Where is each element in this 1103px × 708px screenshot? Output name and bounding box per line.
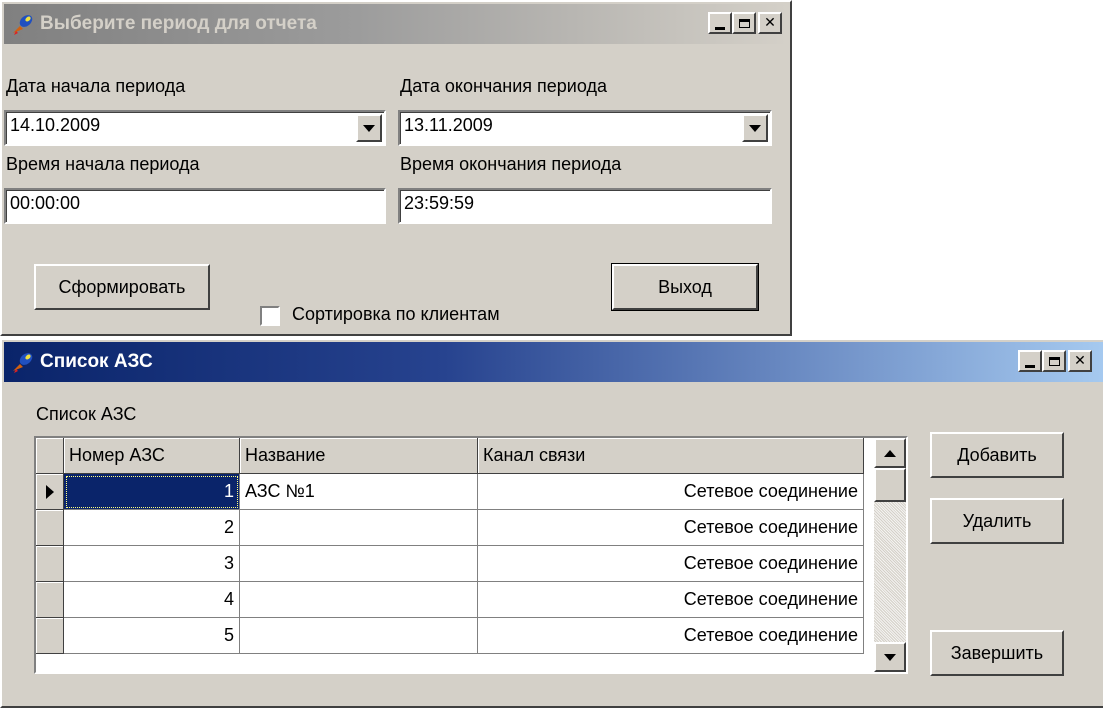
cell-channel[interactable]: Сетевое соединение [478, 582, 864, 618]
cell-name[interactable] [240, 618, 478, 654]
period-dialog: Выберите период для отчета ✕ Дата начала… [0, 0, 792, 336]
start-date-dropdown-button[interactable] [356, 114, 382, 142]
exit-button[interactable]: Выход [611, 263, 759, 311]
scroll-up-button[interactable] [874, 438, 906, 468]
column-header-channel[interactable]: Канал связи [478, 438, 864, 474]
cell-channel[interactable]: Сетевое соединение [478, 474, 864, 510]
maximize-icon[interactable] [732, 12, 756, 34]
start-date-label: Дата начала периода [6, 76, 186, 96]
cell-number[interactable]: 2 [64, 510, 240, 546]
end-date-combobox[interactable]: 13.11.2009 [398, 110, 772, 146]
cell-name[interactable] [240, 546, 478, 582]
cell-number[interactable]: 4 [64, 582, 240, 618]
delete-button[interactable]: Удалить [930, 498, 1064, 544]
table-row[interactable]: 3 Сетевое соединение [36, 546, 864, 582]
cell-name[interactable] [240, 510, 478, 546]
column-header-name[interactable]: Название [240, 438, 478, 474]
row-indicator[interactable] [36, 618, 64, 654]
row-indicator[interactable] [36, 510, 64, 546]
row-indicator[interactable] [36, 546, 64, 582]
table-row[interactable]: 4 Сетевое соединение [36, 582, 864, 618]
cell-number[interactable]: 1 [64, 474, 240, 510]
cell-number[interactable]: 5 [64, 618, 240, 654]
period-dialog-title: Выберите период для отчета [40, 13, 317, 34]
close-icon[interactable]: ✕ [1068, 350, 1092, 372]
scroll-thumb[interactable] [874, 468, 906, 502]
cell-channel[interactable]: Сетевое соединение [478, 618, 864, 654]
azs-window-title: Список АЗС [40, 351, 153, 372]
end-time-input[interactable]: 23:59:59 [398, 188, 772, 224]
maximize-icon[interactable] [1042, 350, 1066, 372]
cell-number[interactable]: 3 [64, 546, 240, 582]
end-date-dropdown-button[interactable] [742, 114, 768, 142]
end-date-label: Дата окончания периода [400, 76, 607, 96]
row-indicator[interactable] [36, 582, 64, 618]
start-date-value: 14.10.2009 [10, 115, 101, 135]
close-icon[interactable]: ✕ [758, 12, 782, 34]
start-time-label: Время начала периода [6, 154, 200, 174]
azs-list-window: Список АЗС ✕ Список АЗС Номер АЗС Назван… [0, 338, 1103, 708]
end-time-label: Время окончания периода [400, 154, 622, 174]
azs-grid[interactable]: Номер АЗС Название Канал связи 1 АЗС №1 … [34, 436, 908, 674]
cell-name[interactable] [240, 582, 478, 618]
current-row-arrow-icon [45, 484, 54, 499]
table-row[interactable]: 2 Сетевое соединение [36, 510, 864, 546]
azs-window-titlebar[interactable]: Список АЗС ✕ [4, 342, 1103, 382]
cell-channel[interactable]: Сетевое соединение [478, 510, 864, 546]
grid-header: Номер АЗС Название Канал связи [36, 438, 864, 474]
scroll-down-button[interactable] [874, 642, 906, 672]
chevron-down-icon [363, 124, 375, 132]
grid-vertical-scrollbar[interactable] [874, 438, 906, 672]
table-row[interactable]: 5 Сетевое соединение [36, 618, 864, 654]
azs-list-label: Список АЗС [36, 404, 137, 424]
arrow-down-icon [884, 653, 896, 661]
table-row[interactable]: 1 АЗС №1 Сетевое соединение [36, 474, 864, 510]
period-dialog-titlebar[interactable]: Выберите период для отчета ✕ [4, 4, 788, 44]
window-controls: ✕ [1018, 350, 1092, 372]
start-date-combobox[interactable]: 14.10.2009 [4, 110, 386, 146]
app-icon [13, 15, 33, 35]
sort-by-clients-checkbox[interactable] [260, 306, 280, 326]
start-time-input[interactable]: 00:00:00 [4, 188, 386, 224]
cell-name[interactable]: АЗС №1 [240, 474, 478, 510]
cell-channel[interactable]: Сетевое соединение [478, 546, 864, 582]
window-controls: ✕ [708, 12, 782, 34]
arrow-up-icon [884, 449, 896, 457]
add-button[interactable]: Добавить [930, 432, 1064, 478]
end-date-value: 13.11.2009 [404, 115, 493, 135]
grid-corner [36, 438, 64, 474]
app-icon [13, 353, 33, 373]
column-header-number[interactable]: Номер АЗС [64, 438, 240, 474]
row-indicator[interactable] [36, 474, 64, 510]
finish-button[interactable]: Завершить [930, 630, 1064, 676]
minimize-icon[interactable] [1018, 350, 1042, 372]
generate-button[interactable]: Сформировать [34, 264, 210, 310]
sort-by-clients-label[interactable]: Сортировка по клиентам [292, 304, 500, 325]
minimize-icon[interactable] [708, 12, 732, 34]
chevron-down-icon [749, 124, 761, 132]
